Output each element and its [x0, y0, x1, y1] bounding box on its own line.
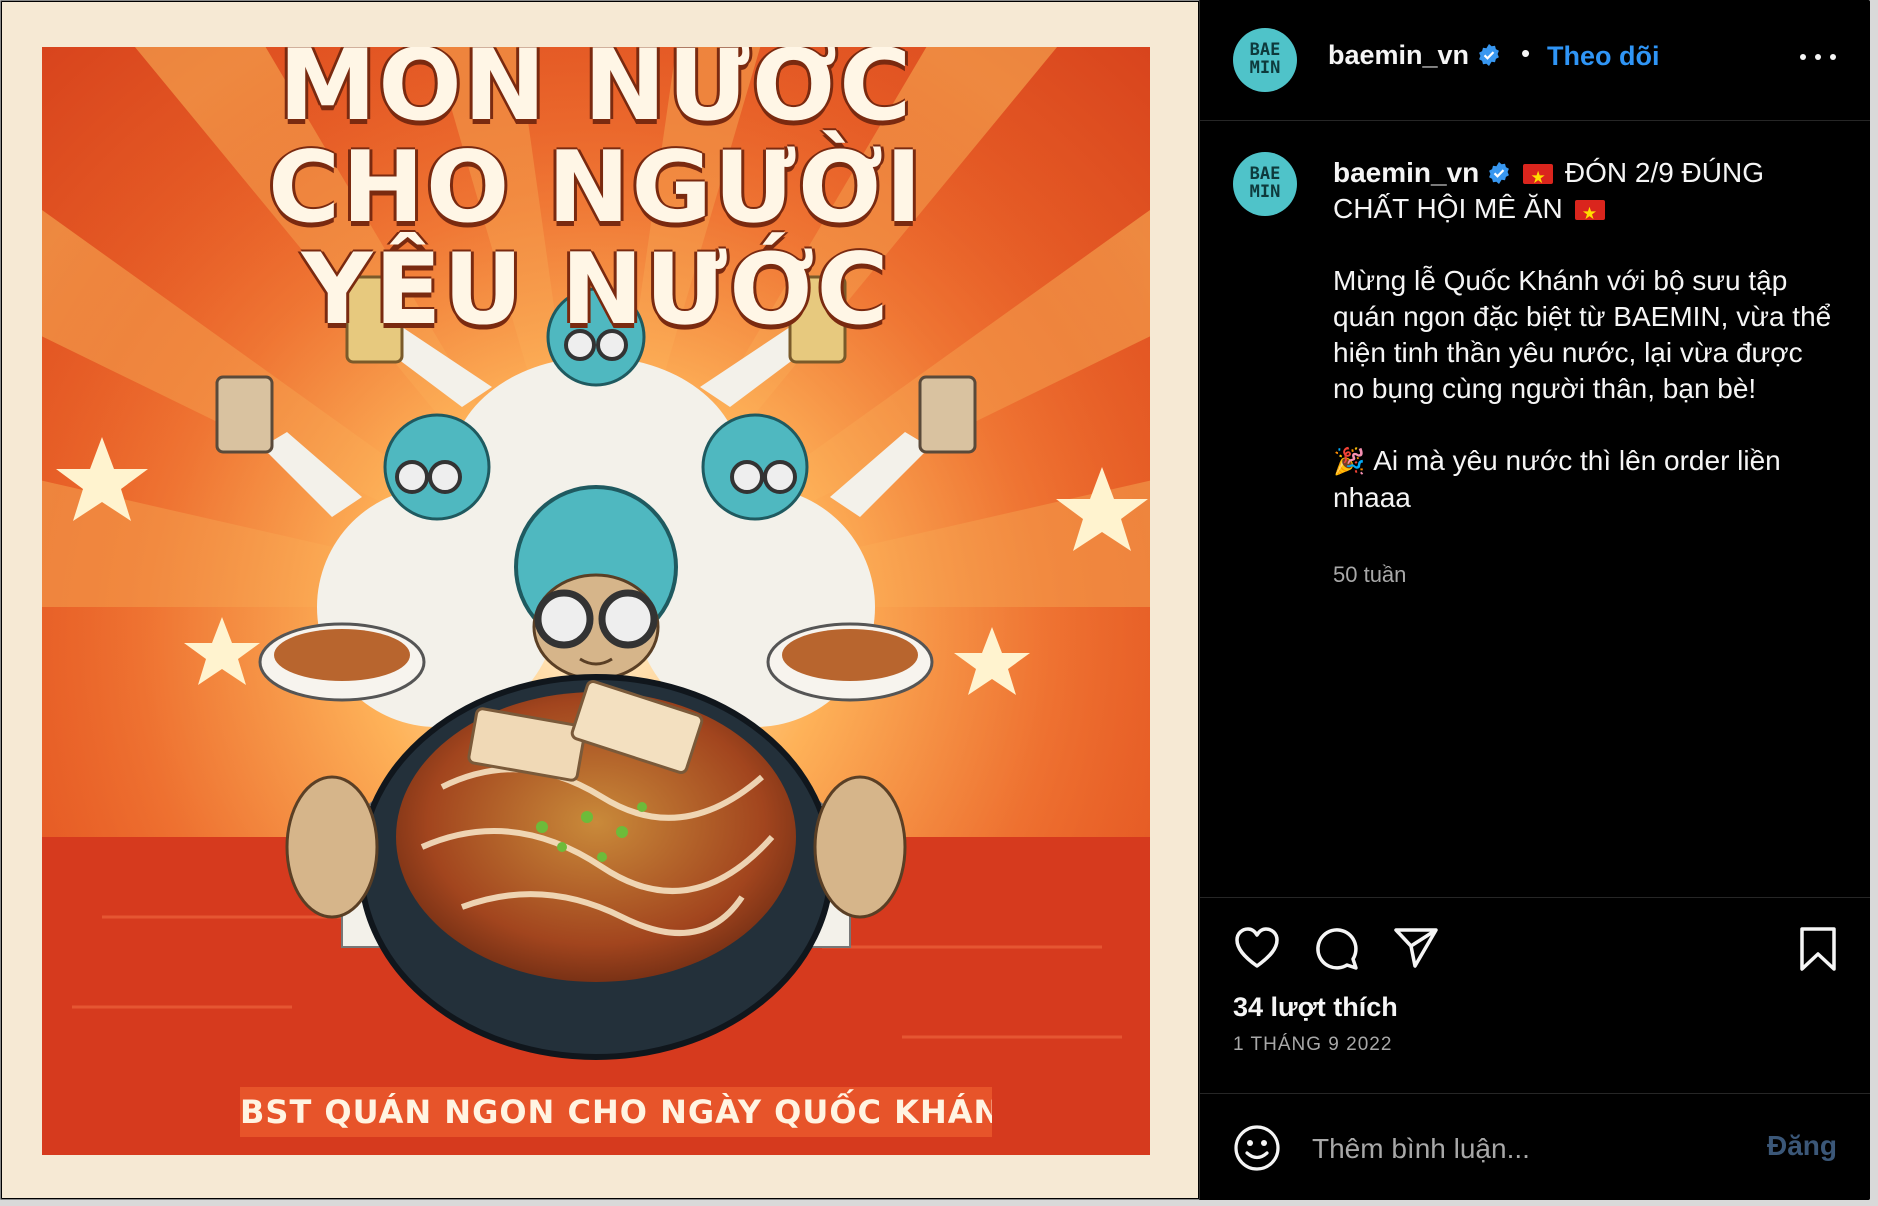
post-date: 1 THÁNG 9 2022 — [1233, 1034, 1393, 1055]
caption-paragraph: Mừng lễ Quốc Khánh với bộ sưu tập quán n… — [1333, 265, 1832, 404]
like-count[interactable]: 34 lượt thích — [1233, 992, 1398, 1023]
caption-heading-line2: CHẤT HỘI MÊ ĂN — [1333, 193, 1563, 224]
vietnam-flag-icon — [1523, 160, 1554, 196]
caption-heading-line1: ĐÓN 2/9 ĐÚNG — [1564, 157, 1764, 188]
caption-username[interactable]: baemin_vn — [1333, 157, 1479, 188]
post-image: MÓN NƯỚC CHO NGƯỜI YÊU NƯỚC BST QUÁN NGO… — [2, 2, 1198, 1198]
dot — [1815, 54, 1821, 60]
caption-time[interactable]: 50 tuần — [1333, 562, 1406, 588]
heart-icon[interactable] — [1233, 926, 1281, 970]
dot — [1830, 54, 1836, 60]
poster-banner: BST QUÁN NGON CHO NGÀY QUỐC KHÁNH — [240, 1087, 992, 1137]
emoji-icon[interactable] — [1233, 1124, 1281, 1172]
poster-title-line: YÊU NƯỚC — [301, 233, 891, 347]
follow-button[interactable]: Theo dõi — [1547, 41, 1659, 72]
post-comment-button[interactable]: Đăng — [1767, 1130, 1837, 1162]
dot — [1800, 54, 1806, 60]
separator-dot: • — [1521, 38, 1531, 68]
poster-title: MÓN NƯỚC CHO NGƯỜI YÊU NƯỚC — [42, 47, 1150, 341]
avatar-text: MIN — [1249, 182, 1281, 202]
caption-paragraph: Ai mà yêu nước thì lên order liền nhaaa — [1333, 445, 1781, 513]
share-icon[interactable] — [1393, 926, 1439, 970]
header-username-link[interactable]: baemin_vn — [1328, 40, 1501, 71]
avatar-text: BAE — [1249, 40, 1281, 60]
more-options-icon[interactable] — [1796, 40, 1840, 70]
post-side-panel: BAE MIN baemin_vn • Theo dõi BAE MIN bae… — [1200, 0, 1870, 1200]
avatar-text: BAE — [1249, 164, 1281, 184]
header-divider — [1200, 120, 1870, 121]
vietnam-flag-icon — [1574, 196, 1605, 232]
caption-text: baemin_vn ĐÓN 2/9 ĐÚNG CHẤT HỘI MÊ ĂN Mừ… — [1333, 155, 1833, 516]
poster-title-line: MÓN NƯỚC — [278, 47, 914, 143]
username: baemin_vn — [1328, 40, 1470, 70]
verified-badge-icon — [1479, 44, 1499, 66]
poster-title-line: CHO NGƯỜI — [268, 131, 924, 245]
instagram-post-window: MÓN NƯỚC CHO NGƯỜI YÊU NƯỚC BST QUÁN NGO… — [0, 0, 1870, 1200]
party-popper-icon: 🎉 — [1333, 447, 1366, 477]
comment-input[interactable] — [1310, 1128, 1744, 1170]
actions-divider — [1200, 897, 1870, 898]
bookmark-icon[interactable] — [1798, 926, 1838, 972]
verified-badge-icon — [1489, 162, 1510, 184]
avatar-text: MIN — [1249, 58, 1281, 78]
avatar[interactable]: BAE MIN — [1233, 28, 1297, 92]
poster-artwork: MÓN NƯỚC CHO NGƯỜI YÊU NƯỚC BST QUÁN NGO… — [42, 47, 1150, 1155]
comment-icon[interactable] — [1313, 926, 1359, 972]
comment-divider — [1200, 1093, 1870, 1094]
caption-avatar[interactable]: BAE MIN — [1233, 152, 1297, 216]
